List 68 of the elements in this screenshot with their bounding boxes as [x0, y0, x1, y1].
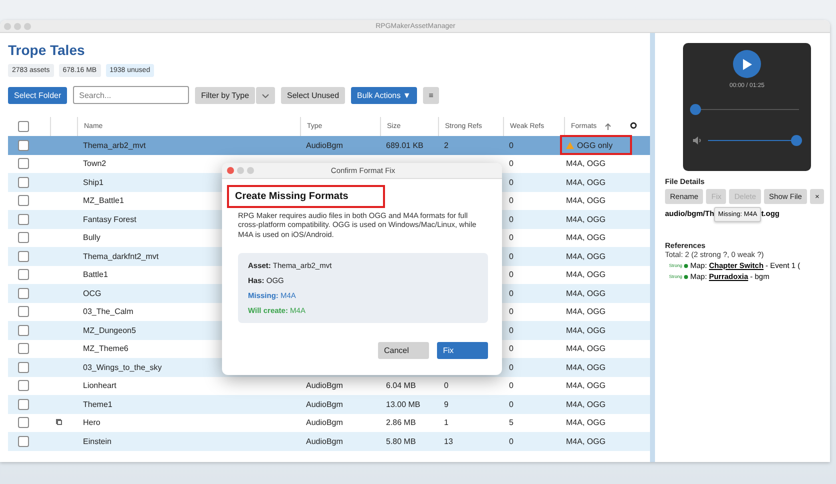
- name-cell: Theme1: [83, 400, 112, 409]
- formats-cell-text: M4A, OGG: [565, 232, 607, 244]
- dialog-heading: Create Missing Formats: [229, 187, 383, 206]
- weak-refs-cell: 0: [509, 288, 514, 298]
- strong-refs-cell: 1: [444, 418, 448, 428]
- formats-cell-text: M4A, OGG: [565, 362, 607, 374]
- name-cell: Thema_arb2_mvt: [83, 140, 146, 150]
- name-cell: Thema_darkfnt2_mvt: [83, 252, 159, 261]
- name-cell: Ship1: [83, 178, 104, 187]
- formats-cell-text: M4A, OGG: [565, 417, 607, 430]
- formats-cell-text: M4A, OGG: [565, 343, 607, 356]
- weak-refs-cell: 0: [509, 400, 514, 409]
- weak-refs-cell: 0: [509, 159, 514, 168]
- name-cell: Fantasy Forest: [83, 214, 136, 224]
- formats-cell-text: M4A, OGG: [565, 398, 607, 411]
- weak-refs-cell: 0: [509, 140, 514, 150]
- type-cell: AudioBgm: [306, 418, 343, 428]
- formats-cell-text: M4A, OGG: [565, 380, 607, 392]
- name-cell: MZ_Dungeon5: [83, 326, 136, 335]
- weak-refs-cell: 0: [509, 196, 514, 206]
- weak-refs-cell: 0: [509, 233, 514, 242]
- name-cell: Town2: [83, 159, 106, 168]
- strong-refs-cell: 9: [444, 400, 448, 409]
- weak-refs-cell: 5: [509, 418, 514, 428]
- name-cell: MZ_Battle1: [83, 196, 124, 206]
- name-cell: 03_Wings_to_the_sky: [83, 362, 162, 372]
- type-cell: AudioBgm: [306, 400, 343, 409]
- formats-cell-text: M4A, OGG: [565, 250, 607, 263]
- formats-cell-text: M4A, OGG: [565, 324, 607, 337]
- weak-refs-cell: 0: [509, 270, 514, 280]
- formats-cell-text: M4A, OGG: [565, 306, 607, 318]
- weak-refs-cell: 0: [509, 381, 514, 390]
- formats-cell-text: M4A, OGG: [565, 436, 607, 448]
- weak-refs-cell: 0: [509, 252, 514, 261]
- type-cell: AudioBgm: [306, 436, 343, 446]
- size-cell: 13.00 MB: [386, 400, 420, 409]
- formats-cell-text: M4A, OGG: [565, 214, 607, 226]
- type-cell: AudioBgm: [306, 381, 343, 390]
- weak-refs-cell: 0: [509, 362, 514, 372]
- strong-refs-cell: 2: [444, 140, 448, 150]
- type-cell: AudioBgm: [306, 140, 343, 150]
- formats-cell-text: M4A, OGG: [565, 195, 607, 208]
- weak-refs-cell: 0: [509, 344, 514, 354]
- weak-refs-cell: 0: [509, 307, 514, 316]
- name-cell: Lionheart: [83, 381, 116, 390]
- name-cell: Einstein: [83, 436, 112, 446]
- size-cell: 2.86 MB: [386, 418, 416, 428]
- size-cell: 5.80 MB: [386, 436, 416, 446]
- weak-refs-cell: 0: [509, 178, 514, 187]
- formats-cell: OGG only: [562, 137, 630, 154]
- strong-refs-cell: 0: [444, 381, 448, 390]
- formats-cell-text: M4A, OGG: [565, 158, 607, 170]
- weak-refs-cell: 0: [509, 326, 514, 335]
- name-cell: Battle1: [83, 270, 108, 280]
- name-cell: OCG: [83, 288, 102, 298]
- name-cell: 03_The_Calm: [83, 307, 134, 316]
- strong-refs-cell: 13: [444, 436, 453, 446]
- name-cell: MZ_Theme6: [83, 344, 128, 354]
- project-title: Trope Tales: [8, 42, 86, 58]
- name-cell: Bully: [83, 233, 100, 242]
- formats-cell-text: M4A, OGG: [565, 269, 607, 282]
- formats-cell-text: M4A, OGG: [565, 288, 607, 300]
- weak-refs-cell: 0: [509, 214, 514, 224]
- formats-cell-text: M4A, OGG: [565, 176, 607, 189]
- weak-refs-cell: 0: [509, 436, 514, 446]
- name-cell: Hero: [83, 418, 100, 428]
- size-cell: 6.04 MB: [386, 381, 416, 390]
- size-cell: 689.01 KB: [386, 140, 424, 150]
